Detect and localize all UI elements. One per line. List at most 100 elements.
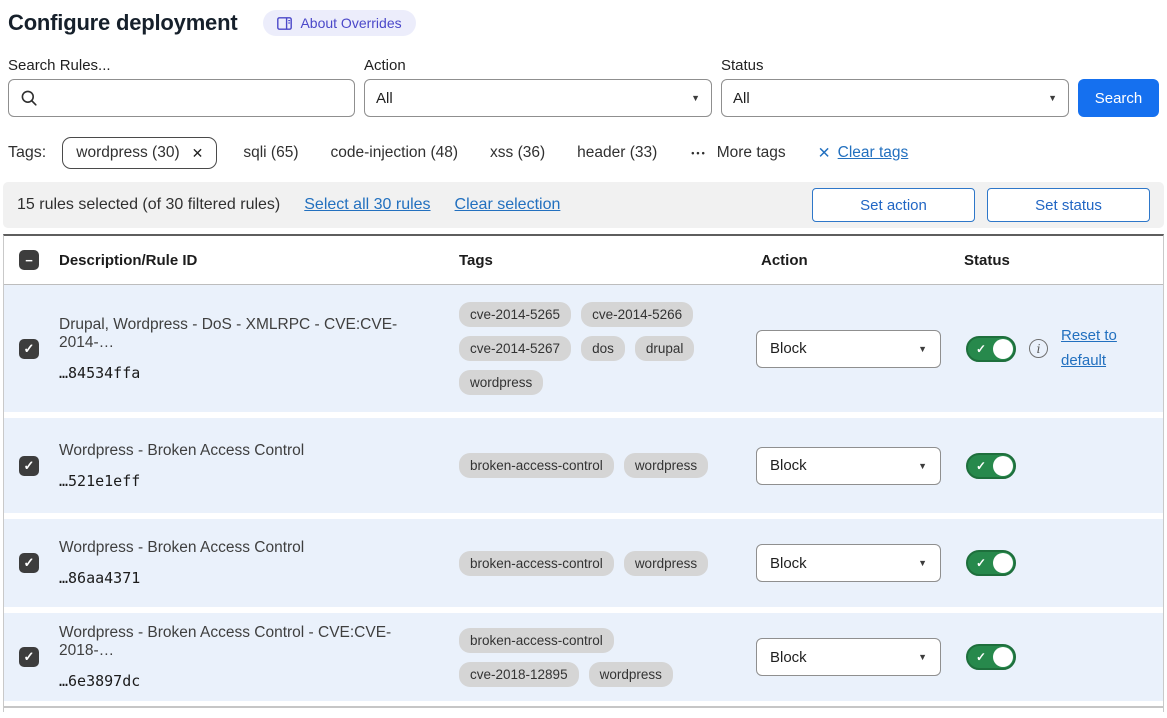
- tags-label: Tags:: [8, 144, 46, 162]
- rule-tags: cve-2014-5265 cve-2014-5266 cve-2014-526…: [451, 290, 727, 407]
- check-icon: ✓: [976, 459, 986, 473]
- status-filter-value: All: [733, 90, 750, 107]
- chevron-down-icon: ▼: [918, 652, 927, 662]
- tag-pill: dos: [581, 336, 625, 361]
- check-icon: ✓: [976, 556, 986, 570]
- set-status-button[interactable]: Set status: [987, 188, 1150, 222]
- clear-selection-link[interactable]: Clear selection: [455, 196, 561, 214]
- remove-tag-icon[interactable]: ✕: [192, 145, 204, 162]
- action-filter-select[interactable]: All ▼: [364, 79, 712, 117]
- status-toggle[interactable]: ✓: [966, 336, 1016, 362]
- tag-pill: wordpress: [459, 370, 543, 395]
- check-icon: ✓: [976, 650, 986, 664]
- action-select[interactable]: Block ▼: [756, 544, 941, 582]
- action-select[interactable]: Block ▼: [756, 447, 941, 485]
- tag-pill: wordpress: [624, 453, 708, 478]
- selected-tag-wordpress[interactable]: wordpress (30) ✕: [62, 137, 217, 169]
- status-filter-select[interactable]: All ▼: [721, 79, 1069, 117]
- about-overrides-badge[interactable]: About Overrides: [263, 10, 415, 36]
- toggle-knob: [993, 339, 1013, 359]
- selection-summary: 15 rules selected (of 30 filtered rules): [17, 196, 280, 214]
- toggle-knob: [993, 553, 1013, 573]
- tag-pill: cve-2018-12895: [459, 662, 579, 687]
- search-rules-input[interactable]: [8, 79, 355, 117]
- status-filter-label: Status: [721, 57, 1069, 74]
- toggle-knob: [993, 456, 1013, 476]
- action-filter-label: Action: [364, 57, 712, 74]
- tag-item-code-injection[interactable]: code-injection (48): [331, 144, 459, 162]
- clear-tags-label: Clear tags: [838, 144, 909, 162]
- search-icon: [20, 89, 38, 107]
- book-icon: [277, 17, 292, 30]
- rule-tags: broken-access-control cve-2018-12895 wor…: [451, 616, 727, 699]
- search-button[interactable]: Search: [1078, 79, 1159, 117]
- rule-description: Wordpress - Broken Access Control: [59, 442, 443, 460]
- tag-pill: broken-access-control: [459, 628, 614, 653]
- tag-pill: broken-access-control: [459, 453, 614, 478]
- ellipsis-icon: •••: [691, 148, 706, 158]
- action-select[interactable]: Block ▼: [756, 330, 941, 368]
- column-header-action: Action: [756, 252, 956, 269]
- info-icon[interactable]: i: [1029, 339, 1048, 358]
- chevron-down-icon: ▼: [918, 344, 927, 354]
- rule-id: …86aa4371: [59, 569, 443, 587]
- rule-id: …6e3897dc: [59, 672, 443, 690]
- table-row: ✓ Wordpress - Broken Access Control - CV…: [4, 613, 1163, 701]
- action-value: Block: [770, 555, 807, 572]
- select-all-link[interactable]: Select all 30 rules: [304, 196, 430, 214]
- rule-description: Drupal, Wordpress - DoS - XMLRPC - CVE:C…: [59, 316, 443, 352]
- chevron-down-icon: ▼: [918, 558, 927, 568]
- chevron-down-icon: ▼: [1048, 93, 1057, 103]
- row-checkbox[interactable]: ✓: [19, 553, 39, 573]
- set-action-button[interactable]: Set action: [812, 188, 975, 222]
- tag-item-sqli[interactable]: sqli (65): [243, 144, 298, 162]
- tag-pill: cve-2014-5265: [459, 302, 571, 327]
- column-header-status: Status: [956, 252, 1163, 269]
- filter-bar: Search Rules... Action All ▼ Status All …: [0, 57, 1167, 117]
- status-toggle[interactable]: ✓: [966, 550, 1016, 576]
- tags-bar: Tags: wordpress (30) ✕ sqli (65) code-in…: [0, 137, 1167, 169]
- next-row-divider: [4, 706, 1163, 708]
- check-icon: ✓: [976, 342, 986, 356]
- row-checkbox[interactable]: ✓: [19, 339, 39, 359]
- search-rules-field: Search Rules...: [8, 57, 355, 117]
- configure-deployment-page: Configure deployment About Overrides Sea…: [0, 0, 1167, 712]
- close-icon: ✕: [818, 144, 831, 163]
- column-header-tags: Tags: [451, 252, 756, 269]
- action-select[interactable]: Block ▼: [756, 638, 941, 676]
- more-tags-button[interactable]: ••• More tags: [691, 144, 785, 162]
- bulk-actions: Set action Set status: [812, 188, 1150, 222]
- page-title: Configure deployment: [8, 10, 237, 36]
- tag-item-header[interactable]: header (33): [577, 144, 657, 162]
- clear-tags-button[interactable]: ✕ Clear tags: [818, 144, 909, 163]
- status-toggle[interactable]: ✓: [966, 644, 1016, 670]
- tag-item-xss[interactable]: xss (36): [490, 144, 545, 162]
- tag-pill: drupal: [635, 336, 695, 361]
- tag-pill: broken-access-control: [459, 551, 614, 576]
- selected-tag-label: wordpress (30): [76, 144, 179, 162]
- rules-table: − Description/Rule ID Tags Action Status…: [3, 234, 1164, 712]
- column-header-description: Description/Rule ID: [51, 252, 451, 269]
- tag-pill: cve-2014-5267: [459, 336, 571, 361]
- rule-description: Wordpress - Broken Access Control - CVE:…: [59, 624, 443, 660]
- selection-bar: 15 rules selected (of 30 filtered rules)…: [3, 182, 1164, 228]
- tag-pill: cve-2014-5266: [581, 302, 693, 327]
- rule-description: Wordpress - Broken Access Control: [59, 539, 443, 557]
- about-overrides-label: About Overrides: [300, 15, 401, 31]
- toggle-knob: [993, 647, 1013, 667]
- action-filter-value: All: [376, 90, 393, 107]
- table-row: ✓ Wordpress - Broken Access Control …521…: [4, 418, 1163, 513]
- row-checkbox[interactable]: ✓: [19, 456, 39, 476]
- search-rules-label: Search Rules...: [8, 57, 355, 74]
- more-tags-label: More tags: [717, 144, 786, 162]
- table-row: ✓ Drupal, Wordpress - DoS - XMLRPC - CVE…: [4, 285, 1163, 412]
- select-all-checkbox[interactable]: −: [19, 250, 39, 270]
- chevron-down-icon: ▼: [918, 461, 927, 471]
- reset-to-default-link[interactable]: Reset to default: [1061, 324, 1125, 374]
- status-toggle[interactable]: ✓: [966, 453, 1016, 479]
- action-value: Block: [770, 457, 807, 474]
- table-header: − Description/Rule ID Tags Action Status: [4, 236, 1163, 285]
- table-row: ✓ Wordpress - Broken Access Control …86a…: [4, 519, 1163, 607]
- action-value: Block: [770, 649, 807, 666]
- row-checkbox[interactable]: ✓: [19, 647, 39, 667]
